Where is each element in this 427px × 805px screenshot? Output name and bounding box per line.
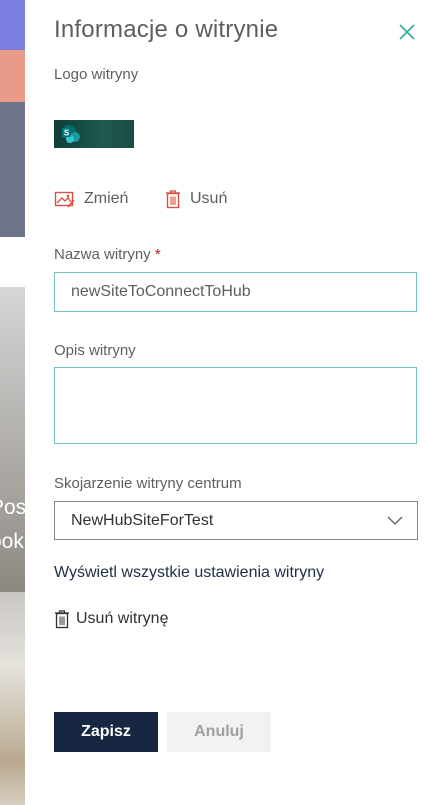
sharepoint-icon: S — [62, 125, 80, 143]
site-name-input[interactable] — [55, 273, 416, 311]
site-name-field[interactable] — [54, 272, 417, 312]
site-info-panel: Informacje o witrynie Logo witryny S Zmi… — [25, 0, 427, 805]
required-mark: * — [154, 246, 161, 263]
site-description-field[interactable] — [54, 367, 417, 444]
hub-association-label: Skojarzenie witryny centrum — [54, 475, 242, 492]
background-band — [0, 102, 25, 237]
background-text: ook — [0, 530, 24, 553]
site-logo: S — [54, 120, 134, 148]
trash-icon — [55, 610, 69, 629]
remove-logo-label: Usuń — [190, 190, 228, 207]
change-logo-button[interactable]: Zmień — [54, 189, 128, 209]
panel-title: Informacje o witrynie — [54, 16, 279, 43]
delete-site-button[interactable]: Usuń witrynę — [54, 609, 168, 629]
site-description-input[interactable] — [55, 368, 416, 443]
background-text: Pos — [0, 496, 25, 519]
logo-label: Logo witryny — [54, 66, 139, 83]
hub-selected-value: NewHubSiteForTest — [71, 511, 214, 529]
close-icon[interactable] — [398, 23, 416, 41]
remove-logo-button[interactable]: Usuń — [164, 189, 227, 209]
chevron-down-icon — [387, 516, 403, 525]
background-page: Pos ook — [0, 0, 25, 805]
svg-text:S: S — [64, 129, 70, 138]
save-button[interactable]: Zapisz — [54, 712, 158, 752]
background-band — [0, 237, 25, 287]
background-band — [0, 0, 25, 50]
hub-association-dropdown[interactable]: NewHubSiteForTest — [54, 501, 418, 540]
site-name-label: Nazwa witryny * — [54, 246, 161, 263]
background-image — [0, 592, 25, 805]
change-logo-label: Zmień — [84, 190, 129, 207]
trash-icon — [166, 190, 180, 209]
site-description-label: Opis witryny — [54, 342, 136, 359]
all-site-settings-link[interactable]: Wyświetl wszystkie ustawienia witryny — [54, 564, 324, 582]
cancel-button[interactable]: Anuluj — [167, 712, 271, 752]
image-edit-icon — [54, 191, 75, 208]
background-band — [0, 50, 25, 102]
delete-site-label: Usuń witrynę — [76, 610, 169, 627]
site-name-label-text: Nazwa witryny — [54, 246, 151, 263]
